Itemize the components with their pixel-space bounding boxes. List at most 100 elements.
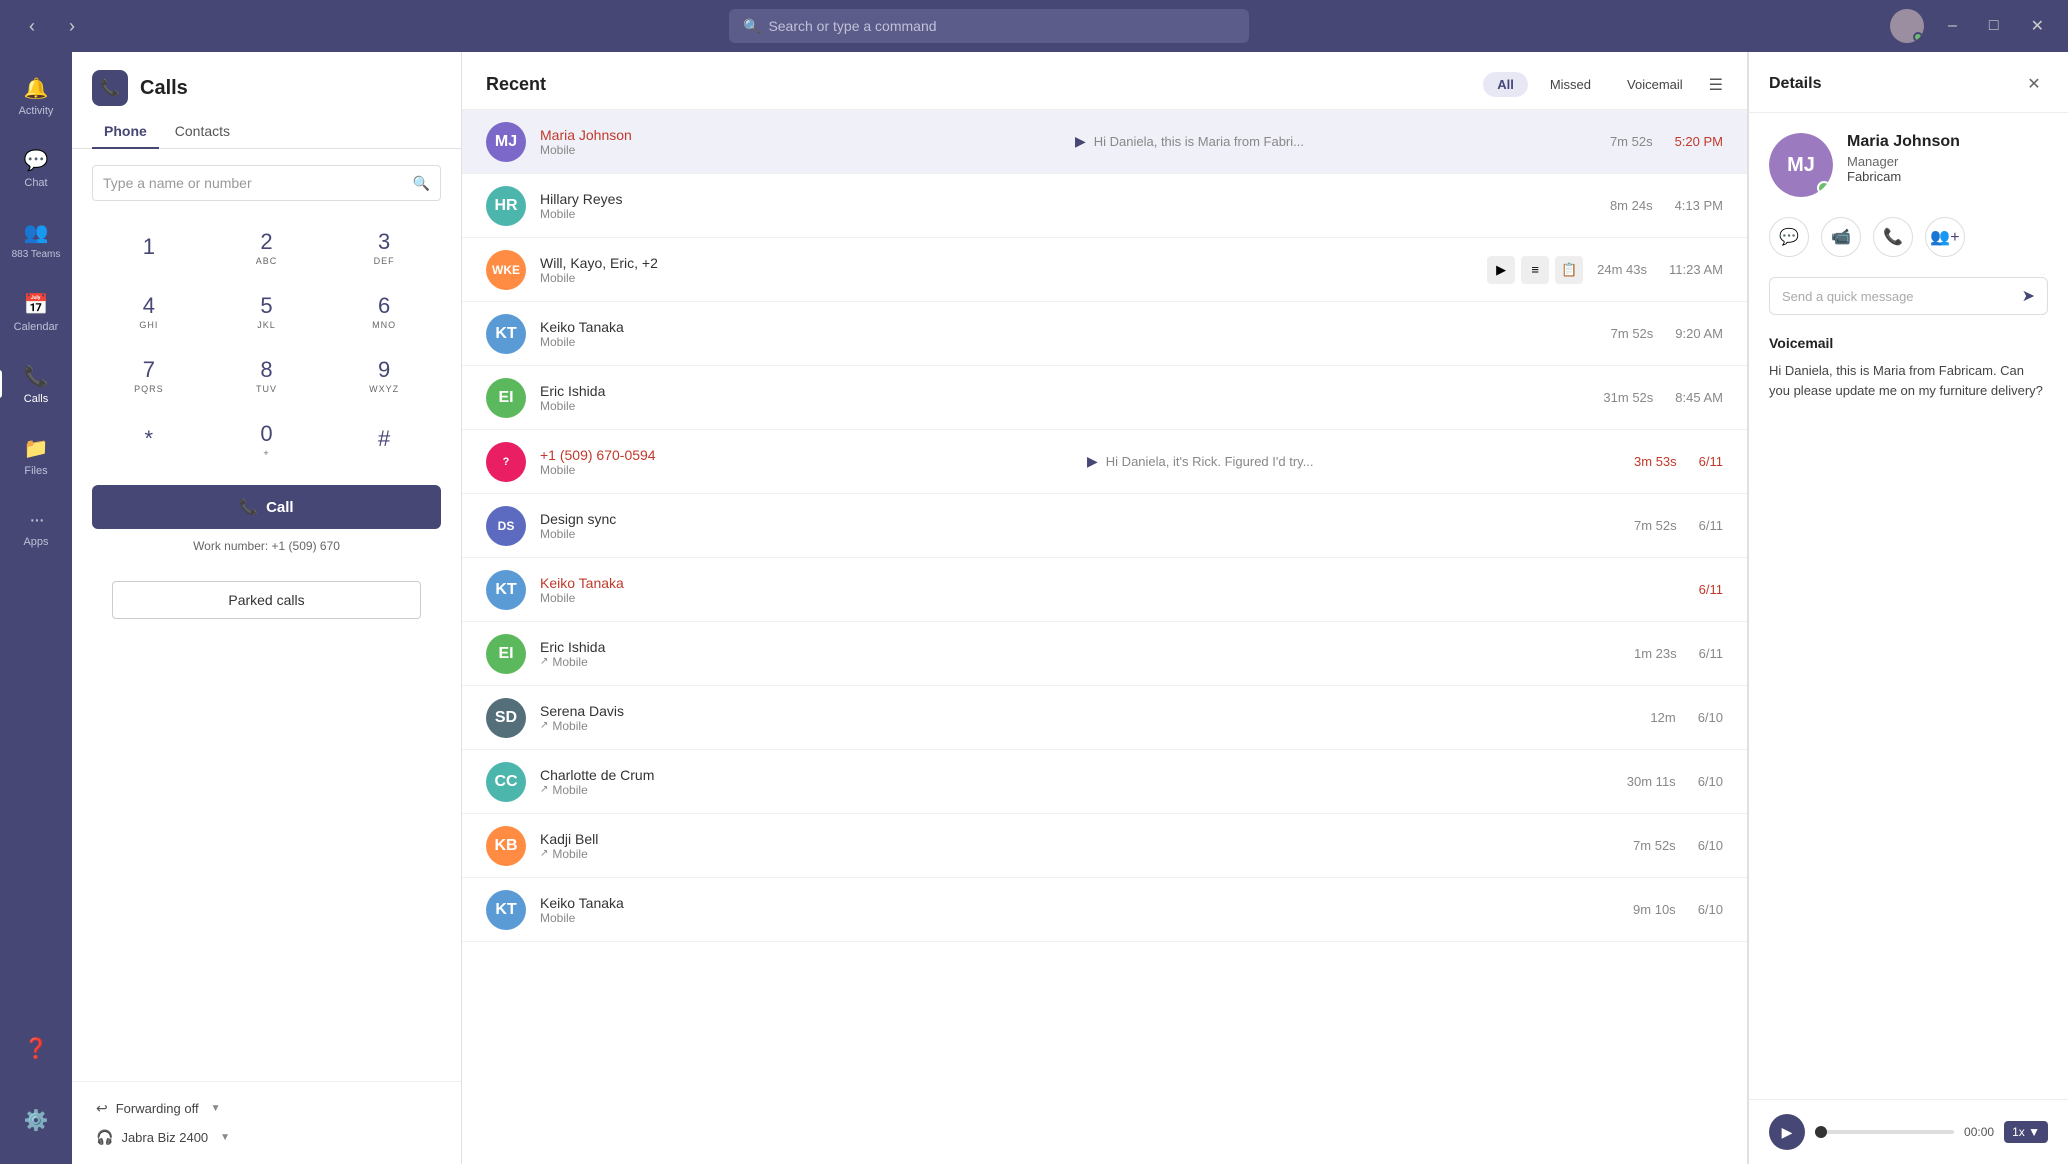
dialpad-key-3[interactable]: 3DEF	[327, 217, 441, 277]
voicemail-text: Hi Daniela, this is Maria from Fabri...	[1094, 134, 1304, 149]
sidebar-item-files[interactable]: 📁 Files	[6, 420, 66, 492]
call-action-button[interactable]: 📞	[1873, 217, 1913, 257]
search-input[interactable]	[768, 18, 1235, 34]
dialpad-key-7[interactable]: 7PQRS	[92, 345, 206, 405]
quick-message-input[interactable]	[1782, 289, 2014, 304]
user-avatar[interactable]	[1890, 9, 1924, 43]
recent-item[interactable]: CC Charlotte de Crum ↗ Mobile 30m 11s 6/…	[462, 750, 1747, 814]
recent-item[interactable]: MJ Maria Johnson Mobile ▶ Hi Daniela, th…	[462, 110, 1747, 174]
recent-item[interactable]: ? +1 (509) 670-0594 Mobile ▶ Hi Daniela,…	[462, 430, 1747, 494]
dialpad-key-hash[interactable]: #	[327, 409, 441, 469]
recent-item[interactable]: DS Design sync Mobile 7m 52s 6/11	[462, 494, 1747, 558]
details-close-button[interactable]: ✕	[2020, 70, 2048, 98]
forward-button[interactable]: ›	[56, 10, 88, 42]
play-icon[interactable]: ▶	[1087, 453, 1098, 470]
call-info: Keiko Tanaka Mobile	[540, 319, 1597, 349]
filter-menu-icon[interactable]: ☰	[1709, 75, 1723, 95]
call-button[interactable]: 📞 Call	[92, 485, 441, 529]
dialpad-key-9[interactable]: 9WXYZ	[327, 345, 441, 405]
files-icon: 📁	[24, 436, 49, 461]
maximize-button[interactable]: □	[1981, 13, 2007, 39]
dialpad-key-star[interactable]: *	[92, 409, 206, 469]
work-number: Work number: +1 (509) 670	[92, 539, 441, 553]
filter-missed[interactable]: Missed	[1536, 72, 1605, 97]
recent-item[interactable]: EI Eric Ishida Mobile 31m 52s 8:45 AM	[462, 366, 1747, 430]
activity-icon: 🔔	[24, 76, 49, 101]
device-selector[interactable]: 🎧 Jabra Biz 2400 ▼	[92, 1123, 441, 1152]
recent-item[interactable]: KT Keiko Tanaka Mobile 9m 10s 6/10	[462, 878, 1747, 942]
parked-calls-button[interactable]: Parked calls	[112, 581, 421, 619]
back-button[interactable]: ‹	[16, 10, 48, 42]
sidebar-label-chat: Chat	[24, 177, 47, 189]
caller-name: Keiko Tanaka	[540, 575, 1663, 591]
calls-footer: ↩ Forwarding off ▼ 🎧 Jabra Biz 2400 ▼	[72, 1081, 461, 1164]
video-action-button[interactable]: 📹	[1821, 217, 1861, 257]
audio-player: ▶ 00:00 1x ▼	[1769, 1114, 2048, 1150]
voicemail-transcript: Hi Daniela, this is Maria from Fabricam.…	[1769, 361, 2048, 400]
audio-play-button[interactable]: ▶	[1769, 1114, 1805, 1150]
forwarding-toggle[interactable]: ↩ Forwarding off ▼	[92, 1094, 441, 1123]
dialpad-key-0[interactable]: 0+	[210, 409, 324, 469]
call-duration: 8m 24s	[1610, 198, 1653, 213]
recent-item[interactable]: KB Kadji Bell ↗ Mobile 7m 52s 6/10	[462, 814, 1747, 878]
filter-voicemail[interactable]: Voicemail	[1613, 72, 1697, 97]
dialpad-key-8[interactable]: 8TUV	[210, 345, 324, 405]
dialpad-key-2[interactable]: 2ABC	[210, 217, 324, 277]
name-number-input[interactable]	[103, 175, 413, 191]
recent-item[interactable]: KT Keiko Tanaka Mobile 6/11	[462, 558, 1747, 622]
recent-item[interactable]: HR Hillary Reyes Mobile 8m 24s 4:13 PM	[462, 174, 1747, 238]
tab-contacts[interactable]: Contacts	[163, 115, 242, 149]
dialpad-key-1[interactable]: 1	[92, 217, 206, 277]
add-contact-icon: 👥+	[1930, 227, 1959, 247]
call-time: 6/10	[1698, 710, 1723, 725]
sidebar-item-activity[interactable]: 🔔 Activity	[6, 60, 66, 132]
recent-item[interactable]: SD Serena Davis ↗ Mobile 12m 6/10	[462, 686, 1747, 750]
minimize-button[interactable]: –	[1940, 13, 1965, 39]
sidebar-item-calendar[interactable]: 📅 Calendar	[6, 276, 66, 348]
dialpad: 1 2ABC 3DEF 4GHI 5JKL 6MNO 7PQRS 8TUV 9W…	[92, 217, 441, 469]
call-info: Keiko Tanaka Mobile	[540, 895, 1619, 925]
dialpad-key-4[interactable]: 4GHI	[92, 281, 206, 341]
contact-online-dot	[1817, 181, 1831, 195]
dialpad-key-6[interactable]: 6MNO	[327, 281, 441, 341]
audio-speed-button[interactable]: 1x ▼	[2004, 1121, 2048, 1143]
call-type: ↗ Mobile	[540, 655, 1620, 669]
play-icon[interactable]: ▶	[1075, 133, 1086, 150]
nav-buttons: ‹ ›	[16, 10, 88, 42]
outgoing-icon: ↗	[540, 656, 548, 667]
play-action-btn[interactable]: ▶	[1487, 256, 1515, 284]
sidebar-item-apps[interactable]: ··· Apps	[6, 492, 66, 564]
sidebar-item-help[interactable]: ❓	[6, 1012, 66, 1084]
avatar: CC	[486, 762, 526, 802]
sidebar: 🔔 Activity 💬 Chat 👥 883 Teams 📅 Calendar…	[0, 52, 72, 1164]
add-contact-button[interactable]: 👥+	[1925, 217, 1965, 257]
call-type: Mobile	[540, 527, 1620, 541]
recent-item[interactable]: WKE Will, Kayo, Eric, +2 Mobile ▶ ≡ 📋 24…	[462, 238, 1747, 302]
call-info: +1 (509) 670-0594 Mobile	[540, 447, 1073, 477]
sidebar-item-chat[interactable]: 💬 Chat	[6, 132, 66, 204]
recent-item[interactable]: EI Eric Ishida ↗ Mobile 1m 23s 6/11	[462, 622, 1747, 686]
sidebar-item-settings[interactable]: ⚙️	[6, 1084, 66, 1156]
avatar: KT	[486, 570, 526, 610]
help-icon: ❓	[24, 1036, 49, 1061]
send-message-icon[interactable]: ➤	[2022, 286, 2035, 306]
avatar: EI	[486, 634, 526, 674]
calls-icon: 📞	[24, 364, 49, 389]
details-footer: ▶ 00:00 1x ▼	[1749, 1099, 2068, 1164]
sidebar-item-calls[interactable]: 📞 Calls	[6, 348, 66, 420]
filter-all[interactable]: All	[1483, 72, 1528, 97]
calls-header-icon: 📞	[92, 70, 128, 106]
audio-progress-bar[interactable]	[1815, 1130, 1954, 1134]
chat-action-button[interactable]: 💬	[1769, 217, 1809, 257]
transcript-action-btn[interactable]: ≡	[1521, 256, 1549, 284]
close-button[interactable]: ✕	[2023, 12, 2052, 40]
caller-name: Hillary Reyes	[540, 191, 1596, 207]
chat-icon: 💬	[24, 148, 49, 173]
audio-time: 00:00	[1964, 1125, 1994, 1139]
voicemail-preview: ▶ Hi Daniela, it's Rick. Figured I'd try…	[1087, 453, 1620, 470]
dialpad-key-5[interactable]: 5JKL	[210, 281, 324, 341]
tab-phone[interactable]: Phone	[92, 115, 159, 149]
recent-item[interactable]: KT Keiko Tanaka Mobile 7m 52s 9:20 AM	[462, 302, 1747, 366]
sidebar-item-teams[interactable]: 👥 883 Teams	[6, 204, 66, 276]
notes-action-btn[interactable]: 📋	[1555, 256, 1583, 284]
